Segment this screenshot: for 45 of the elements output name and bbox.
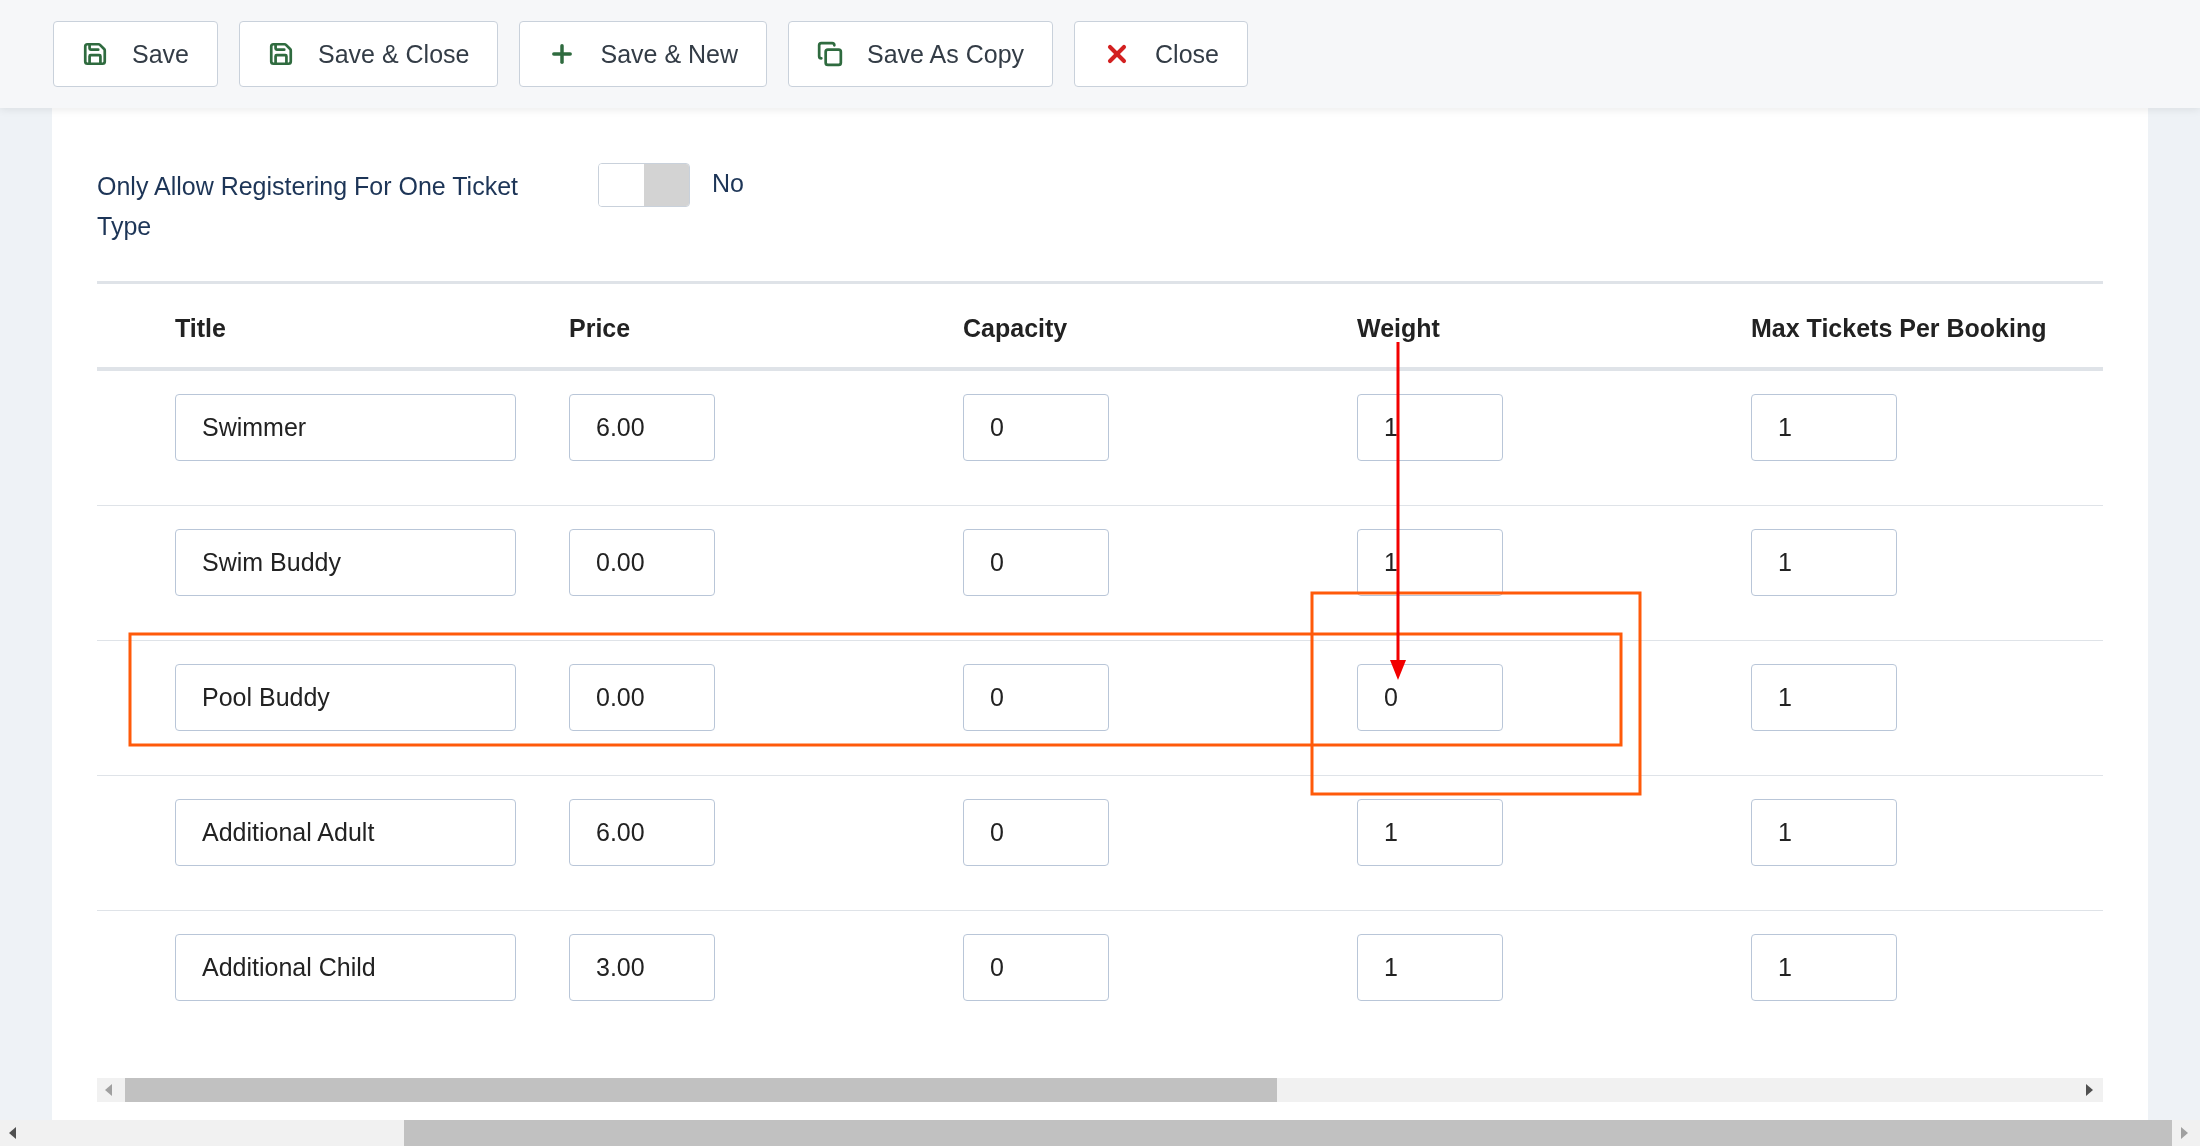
toolbar-button[interactable]: Close (1074, 21, 1248, 87)
toggle-value: No (712, 168, 744, 199)
input-field[interactable]: Swimmer (175, 394, 516, 461)
input-field[interactable]: Swim Buddy (175, 529, 516, 596)
column-header: Max Tickets Per Booking (1751, 314, 2048, 343)
copy-icon (817, 41, 843, 67)
input-field[interactable]: 0 (963, 799, 1109, 866)
input-field[interactable]: Pool Buddy (175, 664, 516, 731)
input-field[interactable]: 0 (1357, 664, 1503, 731)
toolbar-button[interactable]: Save & New (519, 21, 767, 87)
setting-label: Only Allow Registering For One Ticket Type (97, 171, 519, 242)
input-field[interactable]: 1 (1751, 529, 1897, 596)
toggle-switch[interactable] (598, 163, 690, 207)
input-field[interactable]: 1 (1751, 394, 1897, 461)
column-header: Price (569, 314, 632, 343)
input-field[interactable]: 0 (963, 529, 1109, 596)
input-field[interactable]: 1 (1357, 934, 1503, 1001)
toolbar-button[interactable]: Save As Copy (788, 21, 1054, 87)
save-icon (268, 41, 294, 67)
input-field[interactable]: 0.00 (569, 664, 715, 731)
input-field[interactable]: 6.00 (569, 799, 715, 866)
toolbar-button[interactable]: Save (53, 21, 218, 87)
input-field[interactable]: 6.00 (569, 394, 715, 461)
toolbar-button[interactable]: Save & Close (239, 21, 499, 87)
horizontal-scrollbar[interactable] (97, 1078, 2103, 1102)
save-icon (82, 41, 108, 67)
column-header: Capacity (963, 314, 1069, 343)
input-field[interactable]: 0 (963, 934, 1109, 1001)
column-header: Weight (1357, 314, 1441, 343)
input-field[interactable]: 0.00 (569, 529, 715, 596)
scroll-left-icon[interactable] (9, 1127, 17, 1139)
input-field[interactable]: Additional Adult (175, 799, 516, 866)
scrollbar-thumb[interactable] (404, 1120, 2172, 1146)
page-scrollbar[interactable] (0, 1120, 2200, 1146)
input-field[interactable]: Additional Child (175, 934, 516, 1001)
scroll-right-icon[interactable] (2085, 1084, 2093, 1096)
input-field[interactable]: 3.00 (569, 934, 715, 1001)
input-field[interactable]: 1 (1751, 799, 1897, 866)
input-field[interactable]: 0 (963, 664, 1109, 731)
input-field[interactable]: 1 (1357, 799, 1503, 866)
input-field[interactable]: 0 (963, 394, 1109, 461)
column-header: Title (175, 314, 227, 343)
input-field[interactable]: 1 (1751, 934, 1897, 1001)
input-field[interactable]: 1 (1751, 664, 1897, 731)
scrollbar-thumb[interactable] (125, 1078, 1277, 1102)
